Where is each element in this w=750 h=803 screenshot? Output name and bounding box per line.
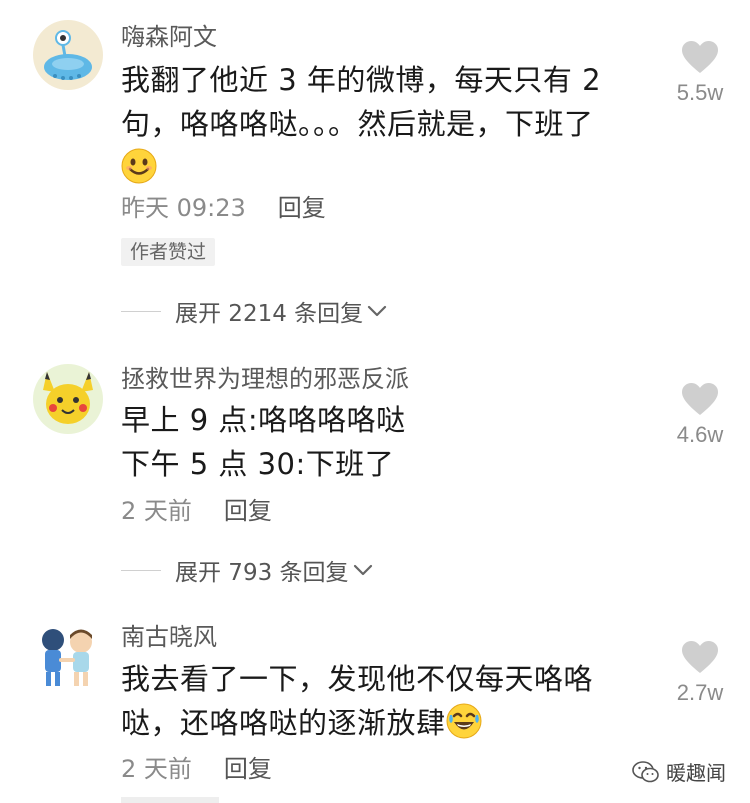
sweat-laugh-emoji-icon [446, 703, 482, 739]
comment-line: 我翻了他近 3 年的微博，每天只有 2 [121, 63, 602, 97]
comment-meta: 2 天前 回复 [121, 754, 272, 784]
reply-button[interactable]: 回复 [224, 497, 272, 525]
watermark-text: 暖趣闻 [666, 761, 726, 785]
like-count: 4.6w [676, 422, 724, 447]
divider [121, 569, 161, 571]
comment-text: 我翻了他近 3 年的微博，每天只有 2 句，咯咯咯哒。。。然后就是，下班了 [121, 58, 641, 190]
like-button[interactable]: 4.6w [668, 382, 732, 448]
avatar[interactable] [33, 622, 103, 692]
expand-replies[interactable]: 展开 2214 条回复 [121, 294, 387, 328]
like-button[interactable]: 5.5w [668, 40, 732, 106]
comment-line-with-emoji: 哒，还咯咯哒的逐渐放肆 [121, 701, 641, 745]
wechat-logo-icon [632, 760, 659, 782]
username[interactable]: 南古晓风 [121, 622, 217, 652]
divider [121, 310, 161, 312]
reply-button[interactable]: 回复 [224, 755, 272, 783]
watermark: 暖趣闻 [632, 757, 726, 786]
comment-text: 早上 9 点:咯咯咯咯哒 下午 5 点 30:下班了 [121, 398, 641, 486]
comment-line: 下午 5 点 30:下班了 [121, 447, 395, 481]
heart-icon[interactable] [681, 40, 719, 74]
like-button[interactable]: 2.7w [668, 640, 732, 706]
comment-time: 2 天前 [121, 497, 192, 525]
comment-line: 早上 9 点:咯咯咯咯哒 [121, 403, 406, 437]
comment-line: 我去看了一下，发现他不仅每天咯咯 [121, 662, 594, 696]
comment-meta: 2 天前 回复 [121, 496, 272, 526]
comment-line: 哒，还咯咯哒的逐渐放肆 [121, 706, 446, 740]
chevron-down-icon[interactable] [353, 564, 373, 576]
expand-replies-label[interactable]: 展开 793 条回复 [175, 553, 349, 587]
avatar[interactable] [33, 364, 103, 434]
expand-replies-label[interactable]: 展开 2214 条回复 [175, 294, 363, 328]
comment-time: 昨天 09:23 [121, 194, 246, 222]
heart-icon[interactable] [681, 640, 719, 674]
expand-replies[interactable]: 展开 793 条回复 [121, 553, 373, 587]
heart-icon[interactable] [681, 382, 719, 416]
comment-meta: 昨天 09:23 回复 [121, 193, 326, 223]
comment-text: 我去看了一下，发现他不仅每天咯咯 哒，还咯咯哒的逐渐放肆 [121, 657, 641, 745]
comment-time: 2 天前 [121, 755, 192, 783]
chevron-down-icon[interactable] [367, 305, 387, 317]
emoji-line [121, 146, 641, 190]
username[interactable]: 嗨森阿文 [121, 22, 217, 52]
like-count: 5.5w [676, 80, 724, 105]
username[interactable]: 拯救世界为理想的邪恶反派 [121, 364, 409, 394]
like-count: 2.7w [676, 680, 724, 705]
smile-emoji-icon [121, 148, 157, 184]
reply-button[interactable]: 回复 [278, 194, 326, 222]
avatar[interactable] [33, 20, 103, 90]
author-liked-badge: 作者赞过 [121, 238, 216, 266]
partial-badge [121, 797, 219, 803]
comment-line: 句，咯咯咯哒。。。然后就是，下班了 [121, 107, 594, 141]
